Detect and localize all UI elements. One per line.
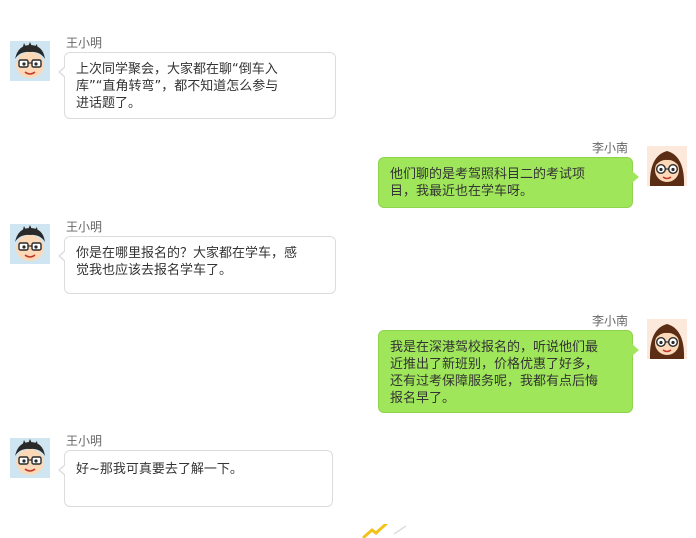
message-line: 目，我最近也在学车呀。: [390, 184, 534, 199]
message-bubble[interactable]: 我是在深港驾校报名的，听说他们最 近推出了新班别，价格优惠了好多， 还有过考保障…: [378, 330, 639, 413]
avatar-li-xiaonan[interactable]: [647, 146, 687, 186]
message-bubble[interactable]: 好~那我可真要去了解一下。: [58, 450, 333, 507]
message-line: 还有过考保障服务呢，我都有点后悔: [390, 374, 599, 389]
message-line: 他们聊的是考驾照科目二的考试项: [390, 167, 586, 182]
message-line: 我是在深港驾校报名的，听说他们最: [390, 340, 599, 355]
message-line: 你是在哪里报名的？大家都在学车，感: [76, 246, 298, 261]
message-line: 库”“直角转弯”，都不知道怎么参与: [76, 79, 279, 94]
message-line: 觉我也应该去报名学车了。: [76, 263, 233, 278]
avatar-wang-xiaoming[interactable]: [10, 41, 50, 81]
girl-avatar-icon: [647, 146, 687, 186]
message-line: 进话题了。: [76, 96, 142, 111]
message-bubble[interactable]: 他们聊的是考驾照科目二的考试项 目，我最近也在学车呀。: [378, 157, 639, 208]
girl-avatar-icon: [647, 319, 687, 359]
message-line: 报名早了。: [390, 391, 456, 406]
message-bubble[interactable]: 你是在哪里报名的？大家都在学车，感 觉我也应该去报名学车了。: [58, 236, 336, 294]
avatar-wang-xiaoming[interactable]: [10, 438, 50, 478]
message-line: 近推出了新班别，价格优惠了好多，: [390, 357, 599, 372]
sender-name: 李小南: [592, 314, 629, 328]
brand-mark-icon: [362, 524, 407, 538]
message-bubble[interactable]: 上次同学聚会，大家都在聊“倒车入 库”“直角转弯”，都不知道怎么参与 进话题了。: [58, 52, 336, 119]
sender-name: 王小明: [66, 36, 103, 50]
message-line: 上次同学聚会，大家都在聊“倒车入: [76, 62, 278, 77]
sender-name: 王小明: [66, 434, 103, 448]
boy-avatar-icon: [10, 41, 50, 81]
avatar-wang-xiaoming[interactable]: [10, 224, 50, 264]
boy-avatar-icon: [10, 224, 50, 264]
sender-name: 王小明: [66, 220, 103, 234]
message-line: 好~那我可真要去了解一下。: [76, 462, 243, 477]
sender-name: 李小南: [592, 141, 629, 155]
boy-avatar-icon: [10, 438, 50, 478]
avatar-li-xiaonan[interactable]: [647, 319, 687, 359]
